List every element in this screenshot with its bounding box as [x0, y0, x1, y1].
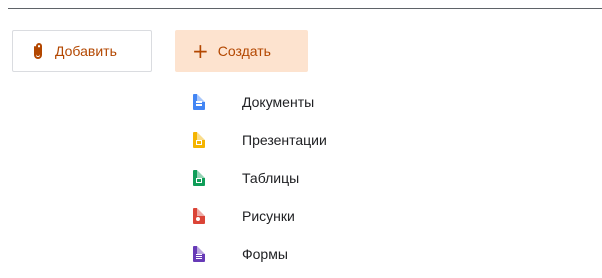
menu-item-tables[interactable]: Таблицы [193, 164, 433, 192]
menu-item-label: Формы [242, 246, 288, 262]
menu-item-drawings[interactable]: Рисунки [193, 202, 433, 230]
menu-item-label: Таблицы [242, 170, 300, 186]
paperclip-icon [31, 42, 45, 60]
docs-icon [193, 94, 205, 110]
menu-item-documents[interactable]: Документы [193, 88, 433, 116]
plus-icon: + [192, 39, 209, 63]
drawings-icon [193, 208, 205, 224]
menu-item-label: Документы [242, 94, 315, 110]
add-button[interactable]: Добавить [12, 30, 152, 72]
create-button[interactable]: + Создать [175, 30, 308, 72]
menu-item-forms[interactable]: Формы [193, 240, 433, 268]
create-button-label: Создать [217, 43, 271, 59]
forms-icon [193, 246, 205, 262]
add-button-label: Добавить [55, 43, 117, 59]
sheets-icon [193, 170, 205, 186]
slides-icon [193, 132, 205, 148]
menu-item-label: Рисунки [242, 208, 295, 224]
menu-item-presentations[interactable]: Презентации [193, 126, 433, 154]
top-divider [8, 8, 602, 9]
menu-item-label: Презентации [242, 132, 327, 148]
